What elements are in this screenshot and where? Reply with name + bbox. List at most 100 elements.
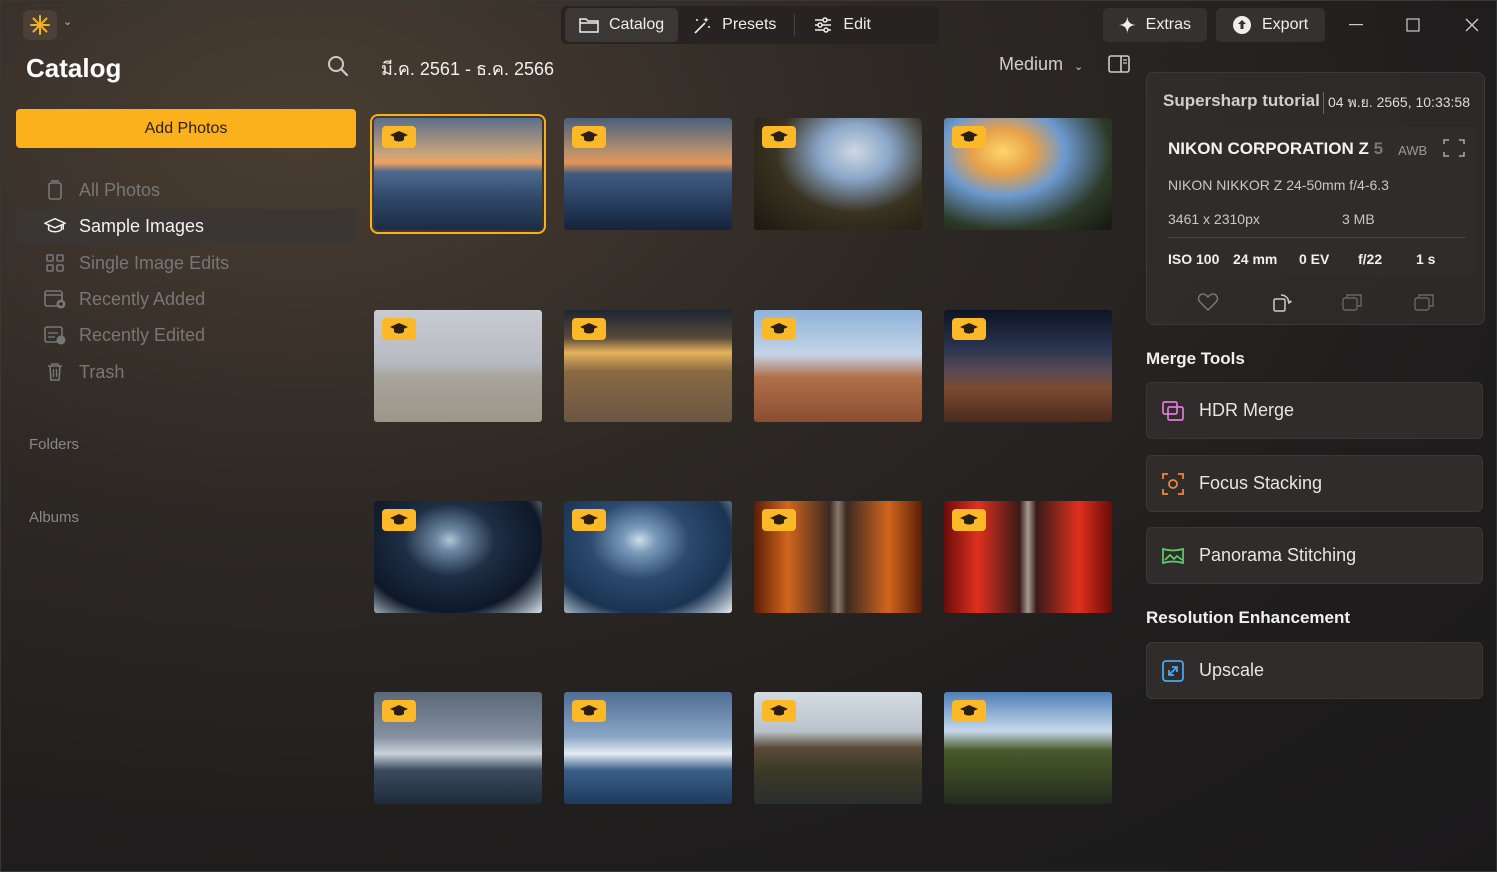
- close-icon: [1465, 18, 1479, 32]
- tab-presets[interactable]: Presets: [678, 8, 790, 42]
- sample-badge-icon: [762, 126, 796, 148]
- tab-edit-label: Edit: [843, 16, 871, 33]
- sidebar-item-label: Single Image Edits: [79, 252, 230, 273]
- sidebar-title: Catalog: [26, 53, 122, 83]
- photo-thumbnail[interactable]: [754, 310, 922, 422]
- sample-badge-icon: [952, 318, 986, 340]
- photo-thumbnail[interactable]: [374, 501, 542, 613]
- sidebar-item-all-photos[interactable]: All Photos: [16, 173, 356, 207]
- magic-wand-icon: [694, 17, 711, 34]
- white-balance: AWB: [1398, 143, 1428, 158]
- sample-badge-icon: [572, 509, 606, 531]
- rotate-icon[interactable]: [1271, 291, 1293, 313]
- sidebar-item-label: Recently Added: [79, 288, 206, 309]
- date-range: มี.ค. 2561 - ธ.ค. 2566: [381, 59, 555, 79]
- maximize-button[interactable]: [1398, 11, 1428, 39]
- close-button[interactable]: [1457, 11, 1487, 39]
- add-photos-button[interactable]: Add Photos: [16, 109, 356, 148]
- sample-badge-icon: [572, 700, 606, 722]
- shutter-speed: 1 s: [1416, 251, 1436, 267]
- sample-badge-icon: [762, 318, 796, 340]
- size-select-label: Medium: [999, 54, 1064, 74]
- tab-edit[interactable]: Edit: [799, 8, 885, 42]
- divider: [1168, 237, 1466, 238]
- sparkle-logo-icon: [30, 15, 50, 35]
- iso-value: ISO 100: [1168, 251, 1220, 267]
- photo-thumbnail[interactable]: [564, 118, 732, 230]
- tool-label: Upscale: [1199, 660, 1265, 680]
- photo-thumbnail[interactable]: [564, 501, 732, 613]
- camera-name: NIKON CORPORATION Z 5: [1168, 139, 1383, 159]
- calendar-edit-icon: [44, 324, 66, 346]
- sample-badge-icon: [382, 509, 416, 531]
- chevron-down-icon[interactable]: ⌄: [63, 15, 72, 28]
- extras-button[interactable]: Extras: [1103, 8, 1207, 42]
- card-actions: [1147, 291, 1484, 315]
- sidebar-item-recently-added[interactable]: Recently Added: [16, 282, 356, 316]
- sidebar-item-label: Recently Edited: [79, 324, 206, 345]
- heart-icon[interactable]: [1197, 291, 1219, 313]
- sample-badge-icon: [952, 509, 986, 531]
- export-button[interactable]: Export: [1216, 8, 1325, 42]
- hdr-merge-button[interactable]: HDR Merge: [1146, 382, 1483, 439]
- photo-thumbnail[interactable]: [754, 692, 922, 804]
- search-icon[interactable]: [327, 55, 349, 77]
- focus-stacking-icon: [1162, 472, 1184, 495]
- albums-section-label[interactable]: Albums: [29, 509, 79, 526]
- aperture-value: f/22: [1358, 251, 1383, 267]
- photo-thumbnail[interactable]: [944, 501, 1112, 613]
- app-logo[interactable]: [23, 10, 57, 40]
- merge-tools-title: Merge Tools: [1146, 349, 1245, 368]
- fullscreen-icon[interactable]: [1443, 139, 1465, 157]
- photo-thumbnail[interactable]: [944, 118, 1112, 230]
- sample-badge-icon: [382, 126, 416, 148]
- sample-badge-icon: [952, 700, 986, 722]
- copy-icon[interactable]: [1413, 291, 1435, 313]
- sample-badge-icon: [762, 509, 796, 531]
- minimize-button[interactable]: [1341, 11, 1371, 39]
- sidebar-item-label: Trash: [79, 361, 125, 382]
- photo-thumbnail[interactable]: [370, 114, 546, 234]
- tab-catalog[interactable]: Catalog: [565, 8, 679, 42]
- panorama-stitching-button[interactable]: Panorama Stitching: [1146, 527, 1483, 584]
- lens-name: NIKON NIKKOR Z 24-50mm f/4-6.3: [1168, 177, 1389, 193]
- photo-thumbnail[interactable]: [944, 692, 1112, 804]
- sidebar-item-label: All Photos: [79, 179, 161, 200]
- focus-stacking-button[interactable]: Focus Stacking: [1146, 455, 1483, 512]
- toggle-info-panel-icon[interactable]: [1108, 55, 1130, 73]
- camera-maker: NIKON CORPORATION Z: [1168, 139, 1369, 158]
- chevron-down-icon: ⌄: [1074, 61, 1084, 73]
- sample-badge-icon: [572, 318, 606, 340]
- stack-icon[interactable]: [1341, 291, 1363, 313]
- photo-thumbnail[interactable]: [754, 501, 922, 613]
- hdr-merge-icon: [1162, 400, 1184, 421]
- sample-badge-icon: [952, 126, 986, 148]
- photo-thumbnail[interactable]: [944, 310, 1112, 422]
- graduation-cap-icon: [44, 215, 66, 237]
- sidebar-item-trash[interactable]: Trash: [16, 355, 356, 389]
- photo-thumbnail[interactable]: [564, 692, 732, 804]
- folders-section-label[interactable]: Folders: [29, 436, 79, 453]
- thumbnail-size-select[interactable]: Medium ⌄: [999, 54, 1083, 75]
- upscale-button[interactable]: Upscale: [1146, 642, 1483, 699]
- metadata-box: NIKON CORPORATION Z 5 AWB NIKON NIKKOR Z…: [1157, 127, 1475, 277]
- sparkle-icon: [1119, 16, 1136, 34]
- photo-thumbnail[interactable]: [374, 692, 542, 804]
- photo-thumbnail[interactable]: [564, 310, 732, 422]
- sidebar-item-recently-edited[interactable]: Recently Edited: [16, 318, 356, 352]
- nav-divider: [794, 14, 796, 36]
- tool-label: Focus Stacking: [1199, 473, 1323, 493]
- sidebar-item-sample-images[interactable]: Sample Images: [16, 209, 356, 243]
- image-dimensions: 3461 x 2310px: [1168, 211, 1260, 227]
- tab-catalog-label: Catalog: [609, 16, 665, 33]
- photo-title: Supersharp tutorial: [1163, 91, 1320, 110]
- sidebar-item-label: Sample Images: [79, 215, 205, 236]
- export-upload-icon: [1233, 16, 1251, 34]
- export-label: Export: [1262, 16, 1309, 33]
- sidebar-item-single-image-edits[interactable]: Single Image Edits: [16, 246, 356, 280]
- sliders-icon: [815, 17, 832, 33]
- tab-presets-label: Presets: [722, 16, 777, 33]
- photo-thumbnail[interactable]: [374, 310, 542, 422]
- extras-label: Extras: [1145, 16, 1191, 33]
- photo-thumbnail[interactable]: [754, 118, 922, 230]
